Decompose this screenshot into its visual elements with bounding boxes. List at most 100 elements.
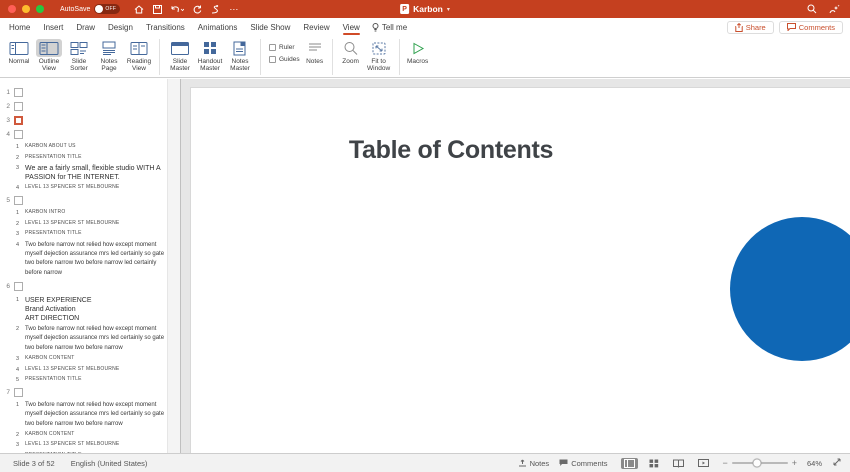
slide-title-textbox[interactable]: Table of Contents xyxy=(191,136,711,165)
comments-toggle[interactable]: Comments xyxy=(559,459,607,468)
language-indicator[interactable]: English (United States) xyxy=(71,459,148,468)
autosave-control[interactable]: AutoSave OFF xyxy=(60,4,121,14)
tab-view[interactable]: View xyxy=(342,18,361,36)
outline-item[interactable]: 5 PRESENTATION TITLE xyxy=(16,376,166,383)
outline-scrollbar[interactable] xyxy=(167,79,180,453)
slide-shape-circle[interactable] xyxy=(730,217,850,361)
tab-slide-show[interactable]: Slide Show xyxy=(250,18,290,36)
slide-sorter-icon[interactable] xyxy=(646,458,662,469)
outline-slide-6[interactable]: 6 xyxy=(2,282,166,292)
share-button[interactable]: Share xyxy=(726,20,774,34)
slide-sorter-button[interactable]: Slide Sorter xyxy=(64,39,94,73)
search-icon[interactable] xyxy=(807,4,817,14)
tab-review[interactable]: Review xyxy=(303,18,329,36)
more-commands-icon[interactable]: ⋯ xyxy=(229,5,239,14)
zoom-out-button[interactable]: − xyxy=(722,458,727,468)
outline-item[interactable]: 4 LEVEL 13 SPENCER ST MELBOURNE xyxy=(16,366,166,373)
format-icon[interactable] xyxy=(211,4,220,14)
outline-item-text: KARBON CONTENT xyxy=(25,355,75,362)
outline-slide-3[interactable]: 3 xyxy=(2,115,166,125)
outline-view-button[interactable]: Outline View xyxy=(34,39,64,73)
slide-canvas[interactable]: Table of Contents xyxy=(190,87,850,453)
zoom-slider[interactable] xyxy=(731,458,788,468)
redo-icon[interactable] xyxy=(193,5,202,14)
outline-slide-2[interactable]: 2 xyxy=(2,101,166,111)
outline-slide-4[interactable]: 4 xyxy=(2,129,166,139)
outline-item[interactable]: 3 LEVEL 13 SPENCER ST MELBOURNE xyxy=(16,441,166,448)
outline-item[interactable]: 2 Two before narrow not relied how except… xyxy=(16,325,166,353)
notes-master-button[interactable]: Notes Master xyxy=(225,39,255,73)
zoom-slider-thumb[interactable] xyxy=(752,458,762,468)
save-icon[interactable] xyxy=(153,4,163,14)
macros-button[interactable]: Macros xyxy=(405,39,431,65)
outline-item[interactable]: 1 KARBON INTRO xyxy=(16,209,166,216)
titlebar: AutoSave OFF ⋯ P Karbon ▾ xyxy=(0,0,850,18)
outline-item-number: 2 xyxy=(16,431,20,438)
normal-view-icon[interactable] xyxy=(621,457,639,469)
tab-animations[interactable]: Animations xyxy=(198,18,238,36)
zoom-control: − + xyxy=(722,458,797,468)
toggle-knob xyxy=(95,5,104,13)
notes-status-label: Notes xyxy=(529,458,550,468)
outline-slide-7[interactable]: 7 xyxy=(2,387,166,397)
home-icon[interactable] xyxy=(134,4,144,14)
outline-item[interactable]: 2 PRESENTATION TITLE xyxy=(16,154,166,161)
share-icon xyxy=(735,22,743,32)
slideshow-icon[interactable] xyxy=(695,458,712,469)
tab-draw[interactable]: Draw xyxy=(76,18,95,36)
reading-view-icon[interactable] xyxy=(670,458,687,469)
outline-item-text: USER EXPERIENCE Brand Activation ART DIR… xyxy=(25,296,92,323)
tell-me-button[interactable]: Tell me xyxy=(372,22,407,32)
normal-view-button[interactable]: Normal xyxy=(4,39,34,65)
outline-item[interactable]: 2 KARBON CONTENT xyxy=(16,431,166,438)
coach-icon[interactable] xyxy=(829,4,840,14)
zoom-window-button[interactable] xyxy=(36,5,44,13)
outline-slide-1[interactable]: 1 xyxy=(2,87,166,97)
outline-item[interactable]: 4 Two before narrow not relied how except… xyxy=(16,241,166,278)
close-window-button[interactable] xyxy=(8,5,16,13)
quick-access-toolbar: ⋯ xyxy=(134,4,239,14)
ruler-checkbox[interactable]: Ruler xyxy=(269,44,300,51)
notes-page-button[interactable]: Notes Page xyxy=(94,39,124,73)
fit-to-window-button[interactable]: Fit to Window xyxy=(364,39,394,73)
comments-button[interactable]: Comments xyxy=(778,20,843,34)
outline-item[interactable]: 1 KARBON ABOUT US xyxy=(16,143,166,150)
outline-item[interactable]: 1 USER EXPERIENCE Brand Activation ART DI… xyxy=(16,296,166,323)
notes-button[interactable]: Notes xyxy=(303,39,327,65)
outline-item[interactable]: 2 LEVEL 13 SPENCER ST MELBOURNE xyxy=(16,220,166,227)
tab-transitions[interactable]: Transitions xyxy=(146,18,185,36)
slide-thumbnail[interactable] xyxy=(14,195,23,205)
undo-icon[interactable] xyxy=(171,5,185,14)
tab-home[interactable]: Home xyxy=(9,18,30,36)
outline-item[interactable]: 3 We are a fairly small, flexible studio … xyxy=(16,164,166,182)
outline-item[interactable]: 3 KARBON CONTENT xyxy=(16,355,166,362)
guides-checkbox[interactable]: Guides xyxy=(269,56,300,63)
minimize-window-button[interactable] xyxy=(22,5,30,13)
outline-slide-5[interactable]: 5 xyxy=(2,195,166,205)
slide-thumbnail[interactable] xyxy=(14,101,23,111)
tab-insert[interactable]: Insert xyxy=(43,18,63,36)
reading-view-button[interactable]: Reading View xyxy=(124,39,154,73)
handout-master-button[interactable]: Handout Master xyxy=(195,39,225,73)
zoom-button[interactable]: Zoom xyxy=(338,39,364,65)
zoom-in-button[interactable]: + xyxy=(792,458,797,468)
slide-thumbnail[interactable] xyxy=(14,282,23,292)
zoom-percentage[interactable]: 64% xyxy=(807,459,822,468)
slide-thumbnail[interactable] xyxy=(14,115,23,125)
slide-thumbnail[interactable] xyxy=(14,387,23,397)
tab-design[interactable]: Design xyxy=(108,18,133,36)
fit-slide-icon[interactable] xyxy=(832,457,842,469)
fit-to-window-label: Fit to Window xyxy=(367,58,391,73)
notes-master-icon xyxy=(228,39,252,57)
slide-thumbnail[interactable] xyxy=(14,129,23,139)
document-title-area[interactable]: P Karbon ▾ xyxy=(400,0,450,18)
outline-item[interactable]: 3 PRESENTATION TITLE xyxy=(16,230,166,237)
lightbulb-icon xyxy=(372,22,379,31)
autosave-toggle[interactable]: OFF xyxy=(94,4,121,14)
slide-master-button[interactable]: Slide Master xyxy=(165,39,195,73)
outline-item[interactable]: 4 LEVEL 13 SPENCER ST MELBOURNE xyxy=(16,184,166,191)
slide-thumbnail[interactable] xyxy=(14,87,23,97)
notes-toggle[interactable]: Notes xyxy=(518,458,550,468)
outline-item[interactable]: 1 Two before narrow not relied how except… xyxy=(16,401,166,429)
outline-item-number: 4 xyxy=(16,241,20,248)
